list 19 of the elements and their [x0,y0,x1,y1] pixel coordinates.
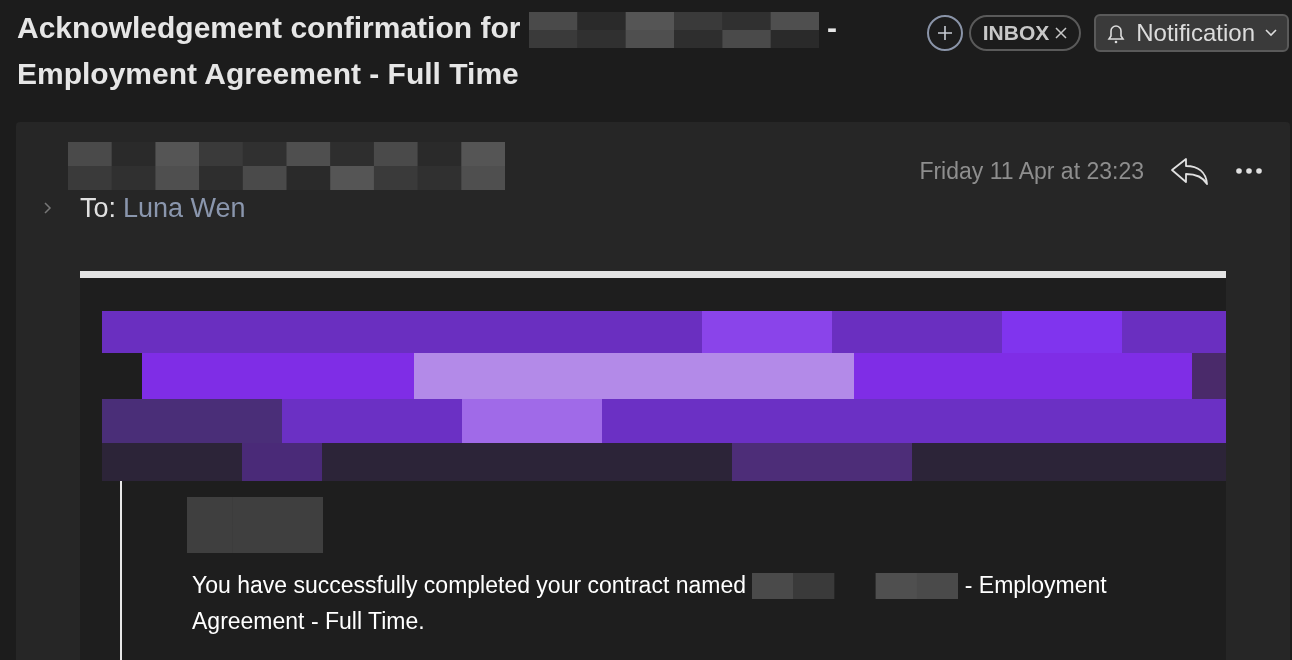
plus-icon [936,25,953,41]
add-tag-button[interactable] [926,15,963,51]
recipient-label: To: [80,192,117,225]
more-icon[interactable] [1236,168,1262,175]
tag-label: INBOX [982,20,1050,47]
message-text: - Employment [964,571,1107,598]
message-text: Agreement - Full Time. [192,606,426,636]
bell-icon [1106,22,1127,44]
subject-text: - [827,11,838,44]
notification-button[interactable]: Notification [1094,14,1289,52]
reply-icon[interactable] [1170,156,1210,187]
close-icon[interactable] [1055,27,1068,39]
message-date: Friday 11 Apr at 23:23 [919,157,1144,186]
message-text: You have successfully completed your contract named [192,571,746,598]
chevron-right-icon[interactable] [42,201,52,216]
subject-text: Employment Agreement - Full Time [17,56,520,92]
subject-text: Acknowledgement confirmation for [17,11,521,44]
chevron-down-icon [1265,29,1277,37]
recipient-name[interactable]: Luna Wen [123,188,246,229]
